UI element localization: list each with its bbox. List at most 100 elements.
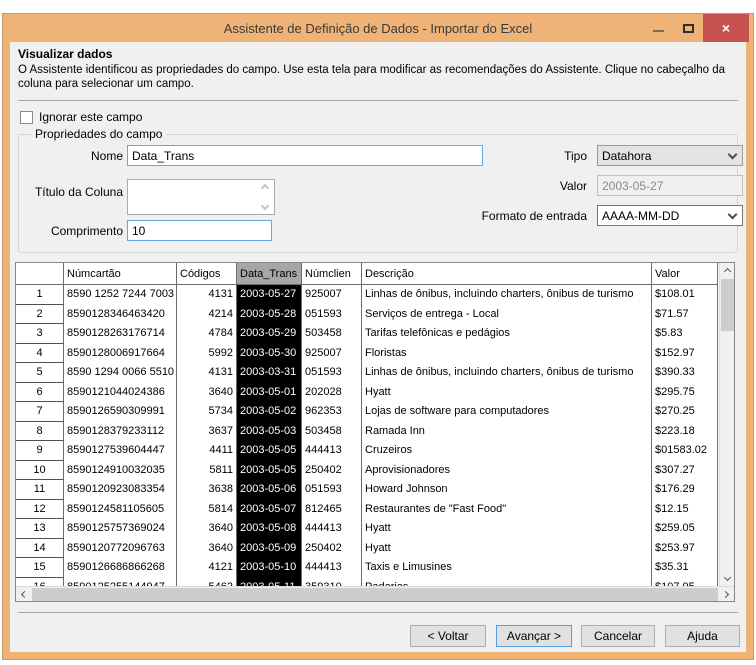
column-title-input[interactable] <box>127 179 275 215</box>
table-cell: 5811 <box>177 461 237 481</box>
row-number-cell: 2 <box>16 305 64 325</box>
page-title: Visualizar dados <box>18 47 112 61</box>
table-cell: Tarifas telefônicas e pedágios <box>362 324 652 344</box>
table-cell: 2003-05-07 <box>237 500 302 520</box>
table-row: 2859012834646342042142003-05-28051593Ser… <box>16 305 719 325</box>
close-icon: × <box>722 20 730 36</box>
table-cell: $152.97 <box>652 344 718 364</box>
back-button[interactable]: < Voltar <box>410 625 486 647</box>
table-cell: 8590124581105605 <box>64 500 177 520</box>
table-cell: 962353 <box>302 402 362 422</box>
table-row: 15859012668686626841212003-05-10444413Ta… <box>16 558 719 578</box>
table-cell: $108.01 <box>652 285 718 305</box>
column-header-Númclien[interactable]: Númclien <box>302 263 362 285</box>
name-input[interactable] <box>127 145 483 166</box>
scroll-down-button[interactable] <box>720 571 735 586</box>
maximize-button[interactable] <box>673 14 703 42</box>
table-cell: 2003-05-30 <box>237 344 302 364</box>
table-cell: Padarias <box>362 578 652 587</box>
table-cell: $35.31 <box>652 558 718 578</box>
table-row: 9859012753960444744112003-05-05444413Cru… <box>16 441 719 461</box>
chevron-right-icon <box>722 590 729 597</box>
chevron-down-icon <box>723 574 730 581</box>
table-cell: 3638 <box>177 480 237 500</box>
field-properties-group: Propriedades do campo Nome Título da Col… <box>18 134 738 253</box>
table-row: 11859012092308335436382003-05-06051593Ho… <box>16 480 719 500</box>
column-header-Valor[interactable]: Valor <box>652 263 718 285</box>
help-button[interactable]: Ajuda <box>665 625 740 647</box>
chevron-down-icon[interactable] <box>261 202 269 210</box>
table-body: 18590 1252 7244 700341312003-05-27925007… <box>16 285 719 586</box>
table-cell: $176.29 <box>652 480 718 500</box>
table-header-row: NúmcartãoCódigosData_TransNúmclienDescri… <box>16 263 719 285</box>
table-cell: 5992 <box>177 344 237 364</box>
horizontal-scrollbar-thumb[interactable] <box>32 588 718 601</box>
chevron-left-icon <box>21 590 28 597</box>
table-cell: 444413 <box>302 441 362 461</box>
row-number-cell: 10 <box>16 461 64 481</box>
row-number-cell: 1 <box>16 285 64 305</box>
table-cell: 359310 <box>302 578 362 587</box>
vertical-scrollbar[interactable] <box>719 263 734 586</box>
column-header-Códigos[interactable]: Códigos <box>177 263 237 285</box>
input-format-dropdown[interactable]: AAAA-MM-DD <box>597 205 743 226</box>
table-cell: 8590124910032035 <box>64 461 177 481</box>
column-header-Data_Trans[interactable]: Data_Trans <box>237 263 302 285</box>
table-row: 3859012826317671447842003-05-29503458Tar… <box>16 324 719 344</box>
table-cell: 2003-05-05 <box>237 461 302 481</box>
table-cell: 4784 <box>177 324 237 344</box>
table-cell: 4131 <box>177 285 237 305</box>
window-title: Assistente de Definição de Dados - Impor… <box>3 14 753 42</box>
minimize-button[interactable] <box>643 14 673 42</box>
column-header-Númcartão[interactable]: Númcartão <box>64 263 177 285</box>
row-number-cell: 6 <box>16 383 64 403</box>
row-number-cell: 4 <box>16 344 64 364</box>
table-cell: $253.97 <box>652 539 718 559</box>
column-header-Descrição[interactable]: Descrição <box>362 263 652 285</box>
scroll-right-button[interactable] <box>719 587 734 602</box>
scroll-up-button[interactable] <box>720 263 735 278</box>
table-row: 12859012458110560558142003-05-07812465Re… <box>16 500 719 520</box>
vertical-scrollbar-thumb[interactable] <box>721 279 734 331</box>
row-number-cell: 16 <box>16 578 64 587</box>
table-cell: Howard Johnson <box>362 480 652 500</box>
table-cell: 812465 <box>302 500 362 520</box>
table-row: 13859012575736902436402003-05-08444413Hy… <box>16 519 719 539</box>
ignore-field-checkbox[interactable] <box>20 111 33 124</box>
next-button[interactable]: Avançar > <box>496 625 572 647</box>
table-cell: 8590 1294 0066 5510 <box>64 363 177 383</box>
table-cell: Linhas de ônibus, incluindo charters, ôn… <box>362 363 652 383</box>
table-row: 10859012491003203558112003-05-05250402Ap… <box>16 461 719 481</box>
length-input[interactable] <box>127 220 272 241</box>
table-cell: Restaurantes de "Fast Food" <box>362 500 652 520</box>
table-cell: 925007 <box>302 344 362 364</box>
table-cell: 250402 <box>302 539 362 559</box>
close-button[interactable]: × <box>703 14 749 42</box>
column-header-rownum[interactable] <box>16 263 64 285</box>
table-cell: $307.27 <box>652 461 718 481</box>
type-dropdown[interactable]: Datahora <box>597 145 743 166</box>
scroll-left-button[interactable] <box>16 587 31 602</box>
separator <box>18 612 738 613</box>
window-controls: × <box>643 14 749 42</box>
cancel-button[interactable]: Cancelar <box>581 625 655 647</box>
table-cell: 8590120772096763 <box>64 539 177 559</box>
chevron-down-icon <box>728 149 738 159</box>
chevron-up-icon[interactable] <box>261 184 269 192</box>
dialog-content: Visualizar dados O Assistente identifico… <box>10 42 746 652</box>
table-cell: 5462 <box>177 578 237 587</box>
table-cell: Aprovisionadores <box>362 461 652 481</box>
table-cell: 8590128263176714 <box>64 324 177 344</box>
horizontal-scrollbar[interactable] <box>16 586 734 601</box>
table-cell: 2003-05-08 <box>237 519 302 539</box>
table-cell: $5.83 <box>652 324 718 344</box>
table-cell: $71.57 <box>652 305 718 325</box>
table-cell: 2003-05-11 <box>237 578 302 587</box>
table-cell: 503458 <box>302 324 362 344</box>
table-cell: 8590126590309991 <box>64 402 177 422</box>
table-cell: $12.15 <box>652 500 718 520</box>
table-cell: 202028 <box>302 383 362 403</box>
table-cell: Linhas de ônibus, incluindo charters, ôn… <box>362 285 652 305</box>
table-cell: 4131 <box>177 363 237 383</box>
table-cell: 5734 <box>177 402 237 422</box>
